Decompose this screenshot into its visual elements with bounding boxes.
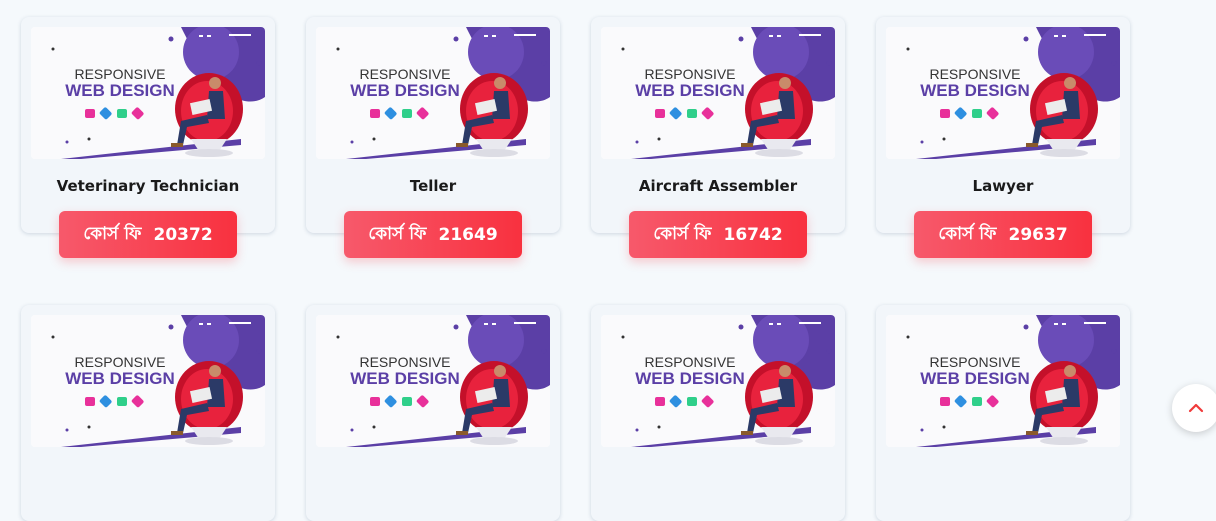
fee-amount: 16742 bbox=[723, 224, 783, 245]
course-thumbnail[interactable]: RESPONSIVE bbox=[31, 315, 265, 447]
fee-label: কোর্স ফি bbox=[83, 223, 142, 244]
course-card[interactable]: RESPONSIVE bbox=[306, 305, 560, 521]
course-card[interactable]: RESPONSIVE Teller কোর্স ফি 21649 bbox=[306, 17, 560, 258]
course-thumbnail[interactable]: RESPONSIVE bbox=[886, 315, 1120, 447]
course-fee-button[interactable]: কোর্স ফি 16742 bbox=[629, 211, 807, 258]
fee-amount: 21649 bbox=[438, 224, 498, 245]
fee-label: কোর্স ফি bbox=[653, 223, 712, 244]
course-thumbnail[interactable]: RESPONSIVE bbox=[601, 27, 835, 159]
course-thumbnail[interactable]: RESPONSIVE bbox=[601, 315, 835, 447]
course-thumbnail[interactable]: RESPONSIVE bbox=[316, 27, 550, 159]
course-fee-button[interactable]: কোর্স ফি 29637 bbox=[914, 211, 1092, 258]
course-title[interactable]: Teller bbox=[306, 177, 560, 195]
fee-amount: 20372 bbox=[153, 224, 213, 245]
course-card[interactable]: RESPONSIVE bbox=[21, 305, 275, 521]
course-fee-button[interactable]: কোর্স ফি 21649 bbox=[344, 211, 522, 258]
course-card[interactable]: RESPONSIVE Lawyer কোর্স ফি 29637 bbox=[876, 17, 1130, 258]
scroll-to-top-button[interactable] bbox=[1172, 384, 1216, 432]
course-card[interactable]: RESPONSIVE bbox=[876, 305, 1130, 521]
course-thumbnail[interactable]: RESPONSIVE bbox=[31, 27, 265, 159]
course-title[interactable]: Lawyer bbox=[876, 177, 1130, 195]
course-title[interactable]: Aircraft Assembler bbox=[591, 177, 845, 195]
course-thumbnail[interactable]: RESPONSIVE bbox=[886, 27, 1120, 159]
chevron-up-icon bbox=[1188, 403, 1204, 413]
course-title[interactable]: Veterinary Technician bbox=[21, 177, 275, 195]
course-card[interactable]: RESPONSIVE Veterinary Technician কোর্স ফি 2… bbox=[21, 17, 275, 258]
course-card[interactable]: RESPONSIVE Aircraft Assembler কোর্স ফি 1674… bbox=[591, 17, 845, 258]
fee-label: কোর্স ফি bbox=[368, 223, 427, 244]
fee-label: কোর্স ফি bbox=[938, 223, 997, 244]
course-card[interactable]: RESPONSIVE bbox=[591, 305, 845, 521]
course-thumbnail[interactable]: RESPONSIVE bbox=[316, 315, 550, 447]
course-fee-button[interactable]: কোর্স ফি 20372 bbox=[59, 211, 237, 258]
fee-amount: 29637 bbox=[1008, 224, 1068, 245]
